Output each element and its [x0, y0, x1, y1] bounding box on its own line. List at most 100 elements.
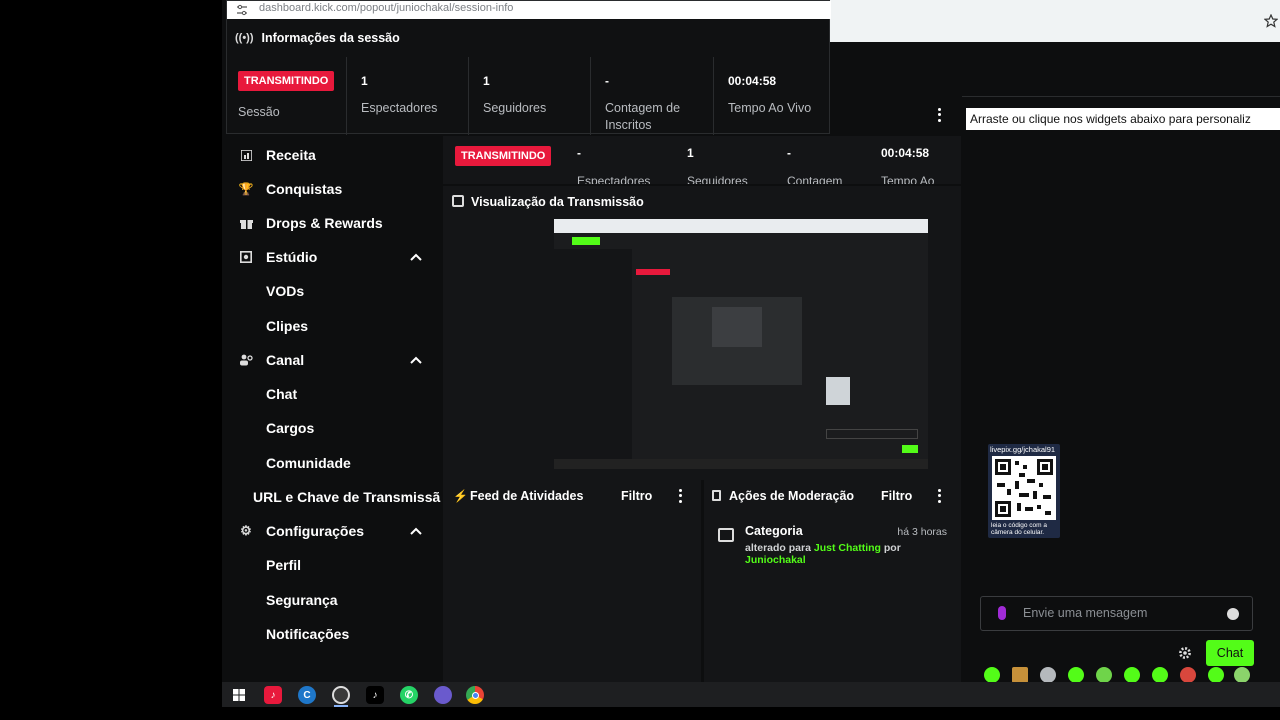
chat-send-button[interactable]: Chat [1206, 640, 1254, 666]
event-description: alterado para Just Chatting por Juniocha… [745, 542, 925, 566]
popup-stat-viewers: 1 Espectadores [346, 57, 468, 135]
sidebar-item-receita[interactable]: Receita [222, 140, 442, 170]
app-c-icon[interactable]: C [298, 686, 316, 704]
obs-icon[interactable] [332, 686, 350, 704]
chart-icon [239, 148, 253, 162]
sidebar-item-label: Receita [266, 147, 316, 163]
popup-stats-row: TRANSMITINDO Sessão 1 Espectadores 1 Seg… [227, 57, 831, 135]
sidebar-item-label: Estúdio [266, 249, 318, 265]
moderation-header: Ações de Moderação Filtro [704, 480, 961, 512]
sidebar-item-cargos[interactable]: Cargos [222, 413, 442, 443]
category-icon [718, 528, 734, 542]
camera-icon [452, 195, 464, 207]
stat-value: 1 [483, 74, 490, 88]
event-category-link[interactable]: Just Chatting [814, 542, 881, 554]
sidebar-item-drops[interactable]: Drops & Rewards [222, 208, 442, 238]
app-purple-icon[interactable] [434, 686, 452, 704]
broadcast-icon: ((•)) [235, 32, 254, 44]
emote-4[interactable] [1068, 667, 1084, 683]
sidebar-item-stream-key[interactable]: URL e Chave de Transmissã [222, 482, 442, 512]
emote-2[interactable] [1012, 667, 1028, 683]
stat-label: Seguidores [483, 101, 547, 115]
whatsapp-icon[interactable]: ✆ [400, 686, 418, 704]
tiktok-icon[interactable]: ♪ [366, 686, 384, 704]
active-app-indicator [334, 705, 348, 707]
sidebar-item-configuracoes[interactable]: ⚙ Configurações [222, 516, 442, 546]
activity-filter-button[interactable]: Filtro [621, 489, 652, 503]
emote-5[interactable] [1096, 667, 1112, 683]
activity-feed-panel: ⚡ Feed de Atividades Filtro [443, 480, 701, 682]
emote-8[interactable] [1180, 667, 1196, 683]
sidebar-item-label: VODs [266, 283, 305, 299]
emoji-icon[interactable] [1227, 608, 1239, 620]
microphone-icon[interactable] [998, 606, 1006, 620]
preview-title: Visualização da Transmissão [471, 195, 644, 209]
browser-address-bar [830, 0, 1280, 42]
sidebar-item-label: Drops & Rewards [266, 215, 383, 231]
popup-stat-followers: 1 Seguidores [468, 57, 590, 135]
sidebar-item-seguranca[interactable]: Segurança [222, 585, 442, 615]
stat-viewers: - Espectadores [577, 136, 677, 184]
popup-title-text: Informações da sessão [261, 31, 400, 45]
chevron-up-icon[interactable] [409, 353, 423, 367]
site-settings-icon[interactable] [236, 4, 248, 16]
chat-input-box[interactable]: Envie uma mensagem [980, 596, 1253, 631]
thumb-chat-input [826, 429, 918, 439]
emote-9[interactable] [1208, 667, 1224, 683]
settings-gear-icon[interactable] [1178, 646, 1192, 660]
stat-followers: 1 Seguidores [687, 136, 777, 184]
stat-value: - [605, 74, 609, 88]
tiktok-studio-icon[interactable]: ♪ [264, 686, 282, 704]
sidebar-item-canal[interactable]: Canal [222, 345, 442, 375]
thumb-preview-inner [712, 307, 762, 347]
sidebar-item-comunidade[interactable]: Comunidade [222, 448, 442, 478]
moderation-menu-icon[interactable] [933, 488, 945, 504]
sidebar-item-label: Chat [266, 386, 298, 402]
sidebar-item-label: Clipes [266, 318, 309, 334]
stat-value: - [787, 146, 791, 160]
trophy-icon: 🏆 [238, 182, 254, 196]
emote-7[interactable] [1152, 667, 1168, 683]
sidebar-item-perfil[interactable]: Perfil [222, 550, 442, 580]
popup-session-label: Sessão [238, 105, 280, 119]
stat-subscribers: - Contagem [787, 136, 877, 184]
windows-start-icon[interactable] [230, 686, 248, 704]
event-user-link[interactable]: Juniochakal [745, 554, 806, 566]
moderation-filter-button[interactable]: Filtro [881, 489, 912, 503]
event-by: por [880, 542, 901, 554]
sidebar-item-estudio[interactable]: Estúdio [222, 242, 442, 272]
qr-widget[interactable]: livepix.gg/jchakal91 leia o código com a… [988, 444, 1060, 538]
session-panel: TRANSMITINDO - Espectadores 1 Seguidores… [443, 136, 961, 184]
sidebar-item-vods[interactable]: VODs [222, 276, 442, 306]
star-icon[interactable] [1264, 14, 1278, 28]
emote-3[interactable] [1040, 667, 1056, 683]
chevron-up-icon[interactable] [409, 524, 423, 538]
session-info-popup: dashboard.kick.com/popout/juniochakal/se… [226, 0, 831, 135]
sidebar-item-clipes[interactable]: Clipes [222, 311, 442, 341]
chrome-icon[interactable] [466, 686, 484, 704]
chevron-up-icon[interactable] [409, 250, 423, 264]
moderation-title: Ações de Moderação [729, 489, 855, 503]
popup-url-text[interactable]: dashboard.kick.com/popout/juniochakal/se… [259, 2, 513, 14]
stat-label: Contagem [787, 174, 843, 184]
stat-label: Seguidores [687, 174, 748, 184]
emote-10[interactable] [1234, 667, 1250, 683]
sidebar-item-label: Canal [266, 352, 305, 368]
bolt-icon: ⚡ [453, 489, 468, 503]
chat-menu-icon[interactable] [933, 107, 945, 123]
event-prefix: alterado para [745, 542, 814, 554]
sidebar-item-conquistas[interactable]: 🏆 Conquistas [222, 174, 442, 204]
header-strip [830, 42, 1280, 96]
sidebar-item-label: Segurança [266, 592, 338, 608]
sidebar-item-chat[interactable]: Chat [222, 379, 442, 409]
chrome-center [471, 691, 479, 699]
activity-menu-icon[interactable] [674, 488, 686, 504]
stat-value: 00:04:58 [728, 74, 777, 88]
sidebar: Receita 🏆 Conquistas Drops & Rewards Est… [222, 136, 442, 682]
emote-1[interactable] [984, 667, 1000, 683]
qr-code [992, 456, 1056, 520]
stat-value: - [577, 146, 581, 160]
stat-label: Espectadores [577, 174, 651, 184]
emote-6[interactable] [1124, 667, 1140, 683]
sidebar-item-notificacoes[interactable]: Notificações [222, 619, 442, 649]
